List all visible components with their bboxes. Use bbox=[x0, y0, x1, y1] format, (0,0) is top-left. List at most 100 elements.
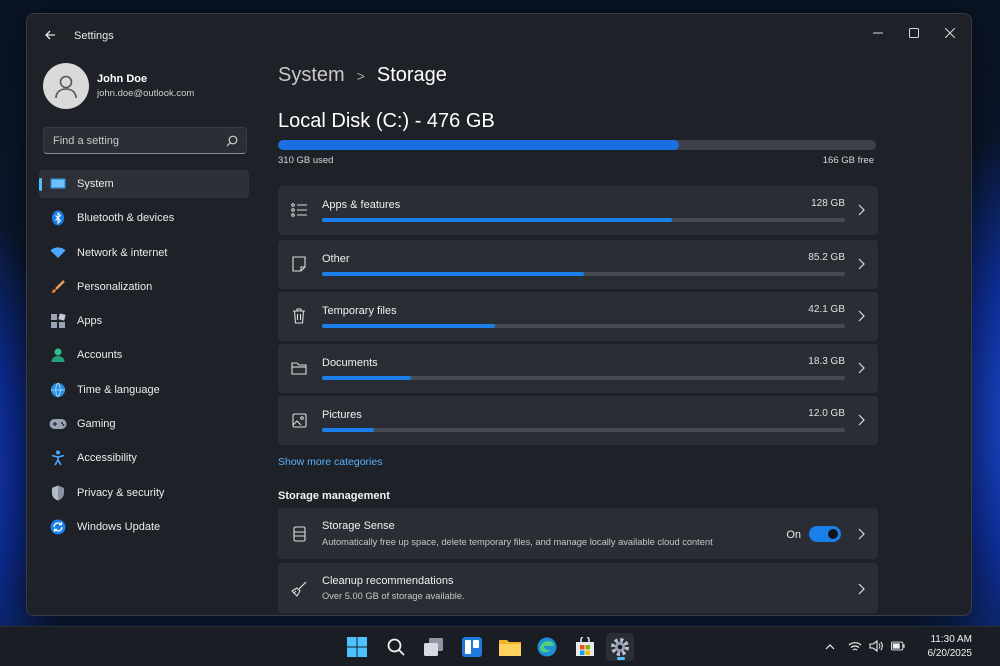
battery-icon bbox=[891, 641, 905, 651]
sidebar-item-label: Gaming bbox=[77, 418, 116, 431]
sidebar-item-label: Accessibility bbox=[77, 452, 137, 465]
disk-used-label: 310 GB used bbox=[278, 155, 334, 166]
system-icon bbox=[49, 175, 67, 193]
category-card-documents[interactable]: Documents 18.3 GB bbox=[278, 344, 878, 393]
chevron-right-icon bbox=[856, 309, 866, 323]
gamepad-icon bbox=[49, 415, 67, 433]
category-size: 85.2 GB bbox=[808, 252, 845, 263]
search-icon bbox=[387, 638, 405, 656]
sidebar-item-system[interactable]: System bbox=[39, 170, 249, 198]
sidebar-item-privacy[interactable]: Privacy & security bbox=[39, 479, 249, 507]
avatar bbox=[43, 63, 89, 109]
search-input[interactable]: Find a setting bbox=[53, 135, 119, 147]
chevron-up-icon bbox=[825, 643, 835, 649]
shield-icon bbox=[49, 484, 67, 502]
minimize-icon bbox=[873, 32, 883, 34]
network-tray-button[interactable] bbox=[848, 639, 862, 653]
category-card-temporary-files[interactable]: Temporary files 42.1 GB bbox=[278, 292, 878, 341]
volume-tray-button[interactable] bbox=[869, 639, 883, 653]
sidebar-item-label: Apps bbox=[77, 315, 103, 328]
sidebar-item-label: Windows Update bbox=[77, 520, 161, 533]
active-indicator bbox=[39, 178, 42, 191]
category-usage-bar bbox=[322, 218, 845, 222]
user-profile[interactable]: John Doe john.doe@outlook.com bbox=[43, 63, 263, 111]
category-card-other[interactable]: Other 85.2 GB bbox=[278, 240, 878, 289]
brush-icon bbox=[49, 278, 67, 296]
battery-tray-button[interactable] bbox=[891, 639, 905, 653]
minimize-button[interactable] bbox=[863, 20, 893, 46]
apps-list-icon bbox=[290, 201, 308, 219]
back-button[interactable] bbox=[41, 26, 59, 44]
task-view-button[interactable] bbox=[420, 633, 448, 661]
user-name: John Doe bbox=[97, 73, 148, 85]
sidebar-item-time-language[interactable]: Time & language bbox=[39, 376, 249, 404]
chevron-right-icon bbox=[856, 527, 866, 541]
search-button[interactable] bbox=[382, 633, 410, 661]
sidebar-item-label: Time & language bbox=[77, 383, 160, 396]
category-name: Other bbox=[322, 253, 350, 265]
sidebar-item-label: Personalization bbox=[77, 280, 153, 293]
update-icon bbox=[49, 518, 67, 536]
category-card-pictures[interactable]: Pictures 12.0 GB bbox=[278, 396, 878, 445]
sidebar-item-label: Privacy & security bbox=[77, 486, 165, 499]
maximize-button[interactable] bbox=[899, 20, 929, 46]
sidebar-item-label: Network & internet bbox=[77, 246, 168, 259]
category-usage-fill bbox=[322, 428, 375, 432]
toggle-knob bbox=[828, 529, 838, 539]
storage-sense-card[interactable]: Storage Sense Automatically free up spac… bbox=[278, 508, 878, 559]
sidebar-item-windows-update[interactable]: Windows Update bbox=[39, 513, 249, 541]
settings-taskbar-button[interactable] bbox=[606, 633, 634, 661]
category-size: 18.3 GB bbox=[808, 356, 845, 367]
globe-icon bbox=[49, 381, 67, 399]
document-icon bbox=[290, 255, 308, 273]
sidebar-item-personalization[interactable]: Personalization bbox=[39, 273, 249, 301]
breadcrumb-parent[interactable]: System bbox=[278, 64, 345, 87]
store-button[interactable] bbox=[571, 633, 599, 661]
disk-title: Local Disk (C:) - 476 GB bbox=[278, 110, 495, 132]
picture-icon bbox=[290, 411, 308, 429]
search-box[interactable]: Find a setting bbox=[43, 127, 247, 154]
breadcrumb-separator: > bbox=[356, 67, 365, 84]
category-name: Pictures bbox=[322, 409, 362, 421]
storage-sense-toggle[interactable] bbox=[809, 526, 841, 542]
start-button[interactable] bbox=[343, 633, 371, 661]
show-more-categories-link[interactable]: Show more categories bbox=[278, 456, 382, 468]
category-size: 128 GB bbox=[811, 198, 845, 209]
file-explorer-button[interactable] bbox=[496, 633, 524, 661]
taskbar-clock[interactable]: 11:30 AM 6/20/2025 bbox=[928, 633, 973, 661]
wifi-icon bbox=[848, 641, 862, 651]
category-card-apps-features[interactable]: Apps & features 128 GB bbox=[278, 186, 878, 235]
sidebar-nav: System Bluetooth & devices Network & int… bbox=[39, 170, 249, 547]
storage-sense-description: Automatically free up space, delete temp… bbox=[322, 537, 713, 547]
clock-date: 6/20/2025 bbox=[927, 648, 973, 659]
close-button[interactable] bbox=[935, 20, 965, 46]
sidebar-item-bluetooth[interactable]: Bluetooth & devices bbox=[39, 204, 249, 232]
sidebar-item-gaming[interactable]: Gaming bbox=[39, 410, 249, 438]
sidebar-item-label: System bbox=[77, 178, 114, 190]
sidebar-item-accounts[interactable]: Accounts bbox=[39, 341, 249, 369]
trash-icon bbox=[290, 307, 308, 325]
active-app-indicator bbox=[617, 657, 625, 660]
clock-time: 11:30 AM bbox=[930, 634, 972, 645]
widgets-button[interactable] bbox=[458, 633, 486, 661]
sidebar-item-label: Accounts bbox=[77, 349, 123, 362]
search-icon[interactable] bbox=[226, 134, 238, 152]
sidebar-item-apps[interactable]: Apps bbox=[39, 307, 249, 335]
edge-icon bbox=[537, 637, 557, 657]
category-name: Temporary files bbox=[322, 305, 397, 317]
edge-browser-button[interactable] bbox=[533, 633, 561, 661]
app-title: Settings bbox=[74, 30, 114, 42]
sidebar-item-accessibility[interactable]: Accessibility bbox=[39, 444, 249, 472]
task-view-icon bbox=[424, 638, 443, 656]
close-icon bbox=[945, 28, 955, 38]
title-bar: Settings bbox=[27, 14, 971, 54]
chevron-right-icon bbox=[856, 413, 866, 427]
sidebar-item-network[interactable]: Network & internet bbox=[39, 239, 249, 267]
storage-sense-title: Storage Sense bbox=[322, 520, 395, 532]
category-usage-fill bbox=[322, 272, 584, 276]
speaker-icon bbox=[869, 640, 883, 652]
category-usage-bar bbox=[322, 324, 845, 328]
cleanup-recommendations-card[interactable]: Cleanup recommendations Over 5.00 GB of … bbox=[278, 563, 878, 613]
chevron-right-icon bbox=[856, 257, 866, 271]
tray-overflow-button[interactable] bbox=[823, 639, 837, 653]
